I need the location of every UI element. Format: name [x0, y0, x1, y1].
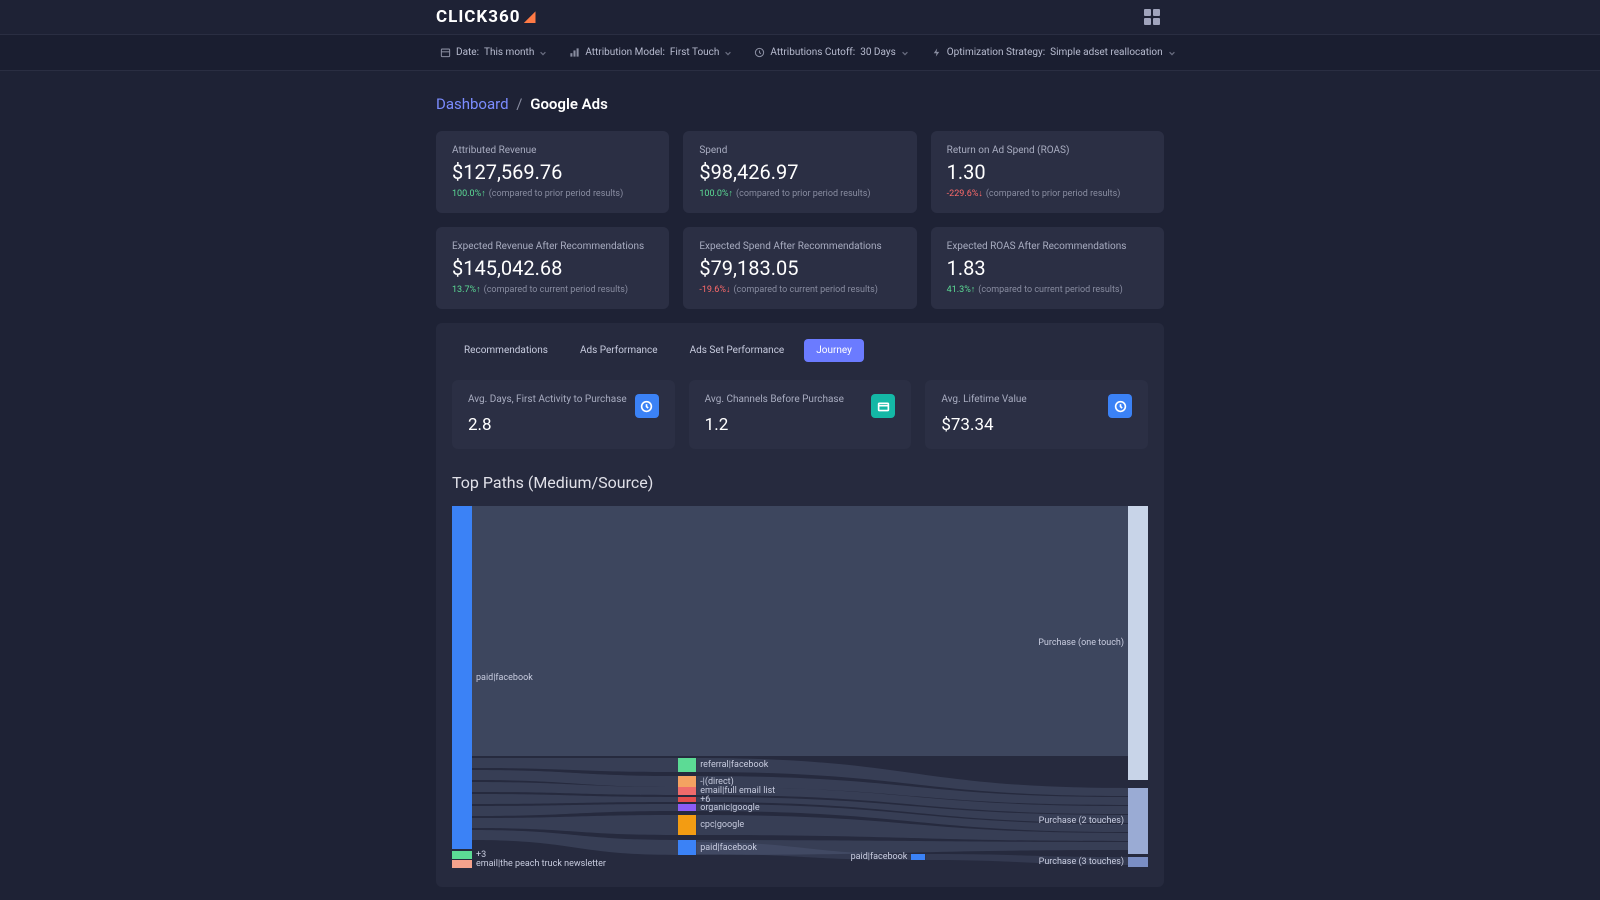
metric-value: $127,569.76 [452, 160, 653, 184]
metric-delta: 13.7%↑(compared to current period result… [452, 284, 653, 295]
clock-icon [754, 47, 765, 58]
sankey-node [452, 506, 472, 849]
metric-value: 1.83 [947, 256, 1148, 280]
sankey-node-label: Purchase (2 touches) [1039, 816, 1124, 826]
sankey-chart: paid|facebook+3email|the peach truck new… [452, 506, 1148, 871]
sankey-node-label: Purchase (one touch) [1038, 638, 1124, 648]
journey-label: Avg. Channels Before Purchase [705, 394, 844, 405]
journey-value: $73.34 [941, 415, 1026, 435]
filter-attribution-model[interactable]: Attribution Model: First Touch [569, 47, 732, 58]
metric-label: Attributed Revenue [452, 145, 653, 156]
clock-icon [635, 394, 659, 418]
sankey-node [678, 797, 696, 802]
metric-delta: 100.0%↑(compared to prior period results… [452, 188, 653, 199]
bars-icon [569, 47, 580, 58]
chevron-down-icon [724, 49, 732, 57]
sankey-node-label: paid|facebook [476, 673, 533, 683]
logo-accent-icon: ◢ [524, 9, 536, 25]
tabs: Recommendations Ads Performance Ads Set Pe… [452, 339, 1148, 362]
metric-delta: -19.6%↓(compared to current period resul… [699, 284, 900, 295]
journey-value: 2.8 [468, 415, 627, 435]
sankey-node [678, 804, 696, 811]
chevron-down-icon [1168, 49, 1176, 57]
sankey-node-label: cpc|google [700, 820, 744, 830]
tab-ads-performance[interactable]: Ads Performance [568, 339, 670, 362]
sankey-node-label: organic|google [700, 803, 759, 813]
metric-label: Spend [699, 145, 900, 156]
content-panel: Recommendations Ads Performance Ads Set Pe… [436, 323, 1164, 887]
journey-metrics: Avg. Days, First Activity to Purchase 2.… [452, 380, 1148, 449]
sankey-node-label: Purchase (3 touches) [1039, 857, 1124, 867]
metric-value: 1.30 [947, 160, 1148, 184]
sankey-node [1128, 788, 1148, 854]
sankey-node [678, 776, 696, 787]
section-title: Top Paths (Medium/Source) [452, 473, 1148, 492]
journey-card: Avg. Lifetime Value $73.34 [925, 380, 1148, 449]
metric-value: $98,426.97 [699, 160, 900, 184]
calendar-icon [440, 47, 451, 58]
sankey-node-label: email|full email list [700, 786, 775, 796]
sankey-node [678, 840, 696, 855]
metric-label: Return on Ad Spend (ROAS) [947, 145, 1148, 156]
journey-value: 1.2 [705, 415, 844, 435]
filter-bar: Date: This month Attribution Model: Firs… [0, 34, 1600, 71]
metric-value: $79,183.05 [699, 256, 900, 280]
metric-label: Expected Revenue After Recommendations [452, 241, 653, 252]
breadcrumb-parent[interactable]: Dashboard [436, 95, 509, 113]
chevron-down-icon [539, 49, 547, 57]
app-logo: CLICK360 ◢ [436, 7, 536, 27]
metric-label: Expected Spend After Recommendations [699, 241, 900, 252]
metric-card: Expected Revenue After Recommendations $… [436, 227, 669, 309]
tab-ads-set-performance[interactable]: Ads Set Performance [678, 339, 797, 362]
metric-delta: 100.0%↑(compared to prior period results… [699, 188, 900, 199]
sankey-node [911, 854, 925, 860]
sankey-node-label: paid|facebook [700, 843, 757, 853]
sankey-node [1128, 857, 1148, 867]
sankey-node [452, 860, 472, 868]
clock-icon [1108, 394, 1132, 418]
sankey-node-label: email|the peach truck newsletter [476, 859, 606, 869]
sankey-node [452, 851, 472, 859]
logo-text: CLICK360 [436, 7, 520, 27]
tab-journey[interactable]: Journey [804, 339, 864, 362]
filter-strategy[interactable]: Optimization Strategy: Simple adset real… [931, 47, 1176, 58]
sankey-node-label: referral|facebook [700, 760, 768, 770]
window-icon [871, 394, 895, 418]
dashboard-grid-icon[interactable] [1144, 9, 1160, 25]
metric-delta: -229.6%↓(compared to prior period result… [947, 188, 1148, 199]
metric-value: $145,042.68 [452, 256, 653, 280]
journey-label: Avg. Lifetime Value [941, 394, 1026, 405]
metric-delta: 41.3%↑(compared to current period result… [947, 284, 1148, 295]
tab-recommendations[interactable]: Recommendations [452, 339, 560, 362]
sankey-node-label: -|(direct) [700, 777, 734, 787]
filter-date[interactable]: Date: This month [440, 47, 547, 58]
sankey-node [1128, 506, 1148, 780]
sankey-node [678, 815, 696, 835]
breadcrumb: Dashboard / Google Ads [436, 95, 1164, 113]
sankey-node-label: paid|facebook [851, 852, 908, 862]
journey-card: Avg. Days, First Activity to Purchase 2.… [452, 380, 675, 449]
metric-card: Return on Ad Spend (ROAS) 1.30 -229.6%↓(… [931, 131, 1164, 213]
chevron-down-icon [901, 49, 909, 57]
metric-card: Spend $98,426.97 100.0%↑(compared to pri… [683, 131, 916, 213]
journey-label: Avg. Days, First Activity to Purchase [468, 394, 627, 405]
metrics-grid: Attributed Revenue $127,569.76 100.0%↑(c… [436, 131, 1164, 309]
breadcrumb-current: Google Ads [530, 95, 608, 113]
bolt-icon [931, 47, 942, 58]
filter-cutoff[interactable]: Attributions Cutoff: 30 Days [754, 47, 908, 58]
sankey-node [678, 758, 696, 772]
metric-label: Expected ROAS After Recommendations [947, 241, 1148, 252]
journey-card: Avg. Channels Before Purchase 1.2 [689, 380, 912, 449]
metric-card: Expected ROAS After Recommendations 1.83… [931, 227, 1164, 309]
metric-card: Attributed Revenue $127,569.76 100.0%↑(c… [436, 131, 669, 213]
metric-card: Expected Spend After Recommendations $79… [683, 227, 916, 309]
sankey-node [678, 787, 696, 795]
